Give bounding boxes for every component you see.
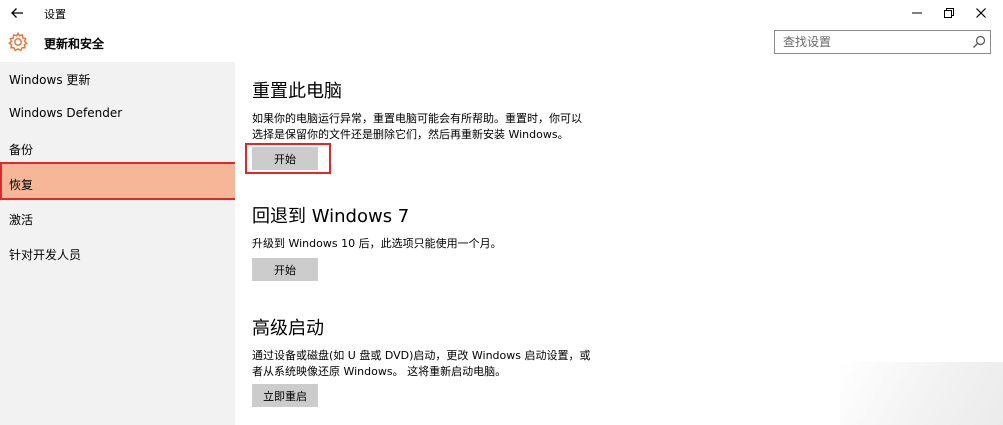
section-title-go-back: 回退到 Windows 7: [252, 206, 410, 227]
sidebar-item-for-developers[interactable]: 针对开发人员: [0, 237, 235, 271]
section-title-advanced-startup: 高级启动: [252, 318, 324, 339]
sidebar-item-activation[interactable]: 激活: [0, 202, 235, 236]
page-header: 更新和安全: [0, 26, 1003, 62]
section-desc-advanced-startup: 通过设备或磁盘(如 U 盘或 DVD)启动，更改 Windows 启动设置，或者…: [252, 349, 591, 378]
sidebar-item-windows-defender[interactable]: Windows Defender: [0, 97, 235, 131]
page-title: 更新和安全: [44, 37, 105, 51]
sidebar-item-label: Windows 更新: [9, 73, 91, 87]
search-box[interactable]: [774, 30, 991, 54]
sidebar-item-label: Windows Defender: [9, 106, 123, 120]
sidebar: Windows 更新 Windows Defender 备份 恢复 激活 针对开…: [0, 62, 238, 425]
section-desc-go-back: 升级到 Windows 10 后，此选项只能使用一个月。: [252, 237, 502, 250]
sidebar-item-label: 备份: [9, 143, 34, 157]
sidebar-item-recovery[interactable]: 恢复: [0, 164, 235, 198]
close-button[interactable]: [966, 2, 996, 24]
sidebar-item-label: 针对开发人员: [9, 248, 82, 262]
section-desc-reset-pc: 如果你的电脑运行异常，重置电脑可能会有所帮助。重置时，你可以选择是保留你的文件还…: [252, 112, 582, 141]
sidebar-item-label: 激活: [9, 213, 34, 227]
sidebar-item-label: 恢复: [9, 178, 34, 192]
go-back-start-button[interactable]: 开始: [252, 258, 318, 281]
back-arrow-icon: [11, 8, 23, 18]
main-content: 重置此电脑 如果你的电脑运行异常，重置电脑可能会有所帮助。重置时，你可以选择是保…: [235, 62, 1003, 425]
minimize-icon: [912, 12, 922, 14]
corner-shading: [840, 362, 1003, 425]
window-title: 设置: [44, 8, 66, 21]
minimize-button[interactable]: [902, 2, 932, 24]
gear-icon: [8, 31, 28, 52]
search-input[interactable]: [775, 31, 965, 53]
restore-button[interactable]: [934, 2, 964, 24]
close-icon: [976, 8, 986, 18]
sidebar-item-windows-update[interactable]: Windows 更新: [0, 62, 235, 96]
title-bar: 设置: [0, 0, 1003, 26]
restart-now-button[interactable]: 立即重启: [252, 384, 318, 407]
back-button[interactable]: [6, 2, 28, 24]
reset-pc-start-button[interactable]: 开始: [252, 147, 318, 170]
section-title-reset-pc: 重置此电脑: [252, 81, 342, 102]
restore-icon: [944, 8, 954, 18]
search-icon[interactable]: [972, 35, 986, 49]
sidebar-item-backup[interactable]: 备份: [0, 132, 235, 166]
